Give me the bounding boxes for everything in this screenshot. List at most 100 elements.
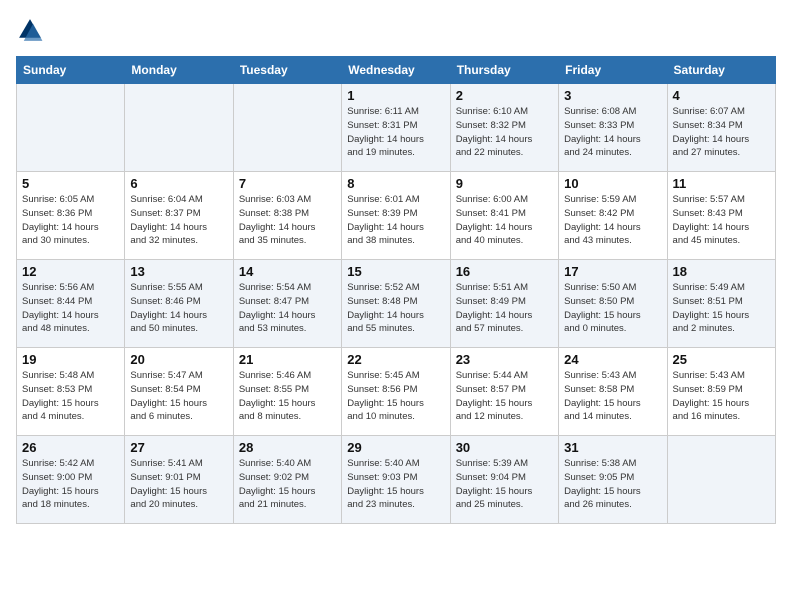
- day-number: 9: [456, 176, 553, 191]
- calendar-table: SundayMondayTuesdayWednesdayThursdayFrid…: [16, 56, 776, 524]
- calendar-cell: 29Sunrise: 5:40 AM Sunset: 9:03 PM Dayli…: [342, 436, 450, 524]
- day-info: Sunrise: 6:07 AM Sunset: 8:34 PM Dayligh…: [673, 105, 770, 160]
- day-number: 13: [130, 264, 227, 279]
- calendar-cell: 20 Sunrise: 5:47 AM Sunset: 8:54 PM Dayli…: [125, 348, 233, 436]
- day-number: 7: [239, 176, 336, 191]
- day-info: Sunrise: 5:54 AM Sunset: 8:47 PM Dayligh…: [239, 281, 336, 336]
- day-number: 11: [673, 176, 770, 191]
- calendar-cell: 3 Sunrise: 6:08 AM Sunset: 8:33 PM Daylig…: [559, 84, 667, 172]
- calendar-cell: 6 Sunrise: 6:04 AM Sunset: 8:37 PM Daylig…: [125, 172, 233, 260]
- day-info: Sunrise: 5:47 AM Sunset: 8:54 PM Dayligh…: [130, 369, 227, 424]
- day-number: 6: [130, 176, 227, 191]
- day-number: 15: [347, 264, 444, 279]
- calendar-cell: 18 Sunrise: 5:49 AM Sunset: 8:51 PM Dayli…: [667, 260, 775, 348]
- day-info: Sunrise: 5:59 AM Sunset: 8:42 PM Dayligh…: [564, 193, 661, 248]
- calendar-cell: 2 Sunrise: 6:10 AM Sunset: 8:32 PM Daylig…: [450, 84, 558, 172]
- week-row-5: 26 Sunrise: 5:42 AM Sunset: 9:00 PM Dayli…: [17, 436, 776, 524]
- day-info: Sunrise: 5:52 AM Sunset: 8:48 PM Dayligh…: [347, 281, 444, 336]
- day-number: 26: [22, 440, 119, 455]
- day-header-tuesday: Tuesday: [233, 57, 341, 84]
- calendar-cell: 21 Sunrise: 5:46 AM Sunset: 8:55 PM Dayli…: [233, 348, 341, 436]
- calendar-cell: 9 Sunrise: 6:00 AM Sunset: 8:41 PM Daylig…: [450, 172, 558, 260]
- calendar-cell: 17Sunrise: 5:50 AM Sunset: 8:50 PM Dayli…: [559, 260, 667, 348]
- day-number: 4: [673, 88, 770, 103]
- day-number: 25: [673, 352, 770, 367]
- day-info: Sunrise: 6:04 AM Sunset: 8:37 PM Dayligh…: [130, 193, 227, 248]
- logo-icon: [16, 16, 44, 44]
- day-number: 23: [456, 352, 553, 367]
- day-number: 31: [564, 440, 661, 455]
- day-info: Sunrise: 6:01 AM Sunset: 8:39 PM Dayligh…: [347, 193, 444, 248]
- day-info: Sunrise: 6:08 AM Sunset: 8:33 PM Dayligh…: [564, 105, 661, 160]
- day-info: Sunrise: 5:46 AM Sunset: 8:55 PM Dayligh…: [239, 369, 336, 424]
- day-info: Sunrise: 6:03 AM Sunset: 8:38 PM Dayligh…: [239, 193, 336, 248]
- calendar-cell: 1Sunrise: 6:11 AM Sunset: 8:31 PM Daylig…: [342, 84, 450, 172]
- day-info: Sunrise: 5:55 AM Sunset: 8:46 PM Dayligh…: [130, 281, 227, 336]
- day-number: 14: [239, 264, 336, 279]
- day-info: Sunrise: 5:48 AM Sunset: 8:53 PM Dayligh…: [22, 369, 119, 424]
- day-header-friday: Friday: [559, 57, 667, 84]
- day-number: 30: [456, 440, 553, 455]
- calendar-cell: 19Sunrise: 5:48 AM Sunset: 8:53 PM Dayli…: [17, 348, 125, 436]
- day-number: 22: [347, 352, 444, 367]
- day-number: 18: [673, 264, 770, 279]
- week-row-3: 12Sunrise: 5:56 AM Sunset: 8:44 PM Dayli…: [17, 260, 776, 348]
- day-info: Sunrise: 5:40 AM Sunset: 9:03 PM Dayligh…: [347, 457, 444, 512]
- calendar-cell: [125, 84, 233, 172]
- calendar-cell: 10 Sunrise: 5:59 AM Sunset: 8:42 PM Dayli…: [559, 172, 667, 260]
- day-header-thursday: Thursday: [450, 57, 558, 84]
- calendar-cell: 28Sunrise: 5:40 AM Sunset: 9:02 PM Dayli…: [233, 436, 341, 524]
- day-number: 17: [564, 264, 661, 279]
- calendar-cell: 16Sunrise: 5:51 AM Sunset: 8:49 PM Dayli…: [450, 260, 558, 348]
- day-info: Sunrise: 5:49 AM Sunset: 8:51 PM Dayligh…: [673, 281, 770, 336]
- day-number: 21: [239, 352, 336, 367]
- header: [16, 16, 776, 44]
- calendar-cell: 5 Sunrise: 6:05 AM Sunset: 8:36 PM Daylig…: [17, 172, 125, 260]
- day-info: Sunrise: 6:00 AM Sunset: 8:41 PM Dayligh…: [456, 193, 553, 248]
- day-info: Sunrise: 5:42 AM Sunset: 9:00 PM Dayligh…: [22, 457, 119, 512]
- day-info: Sunrise: 5:57 AM Sunset: 8:43 PM Dayligh…: [673, 193, 770, 248]
- day-number: 5: [22, 176, 119, 191]
- calendar-cell: [233, 84, 341, 172]
- day-info: Sunrise: 5:43 AM Sunset: 8:59 PM Dayligh…: [673, 369, 770, 424]
- page: SundayMondayTuesdayWednesdayThursdayFrid…: [0, 0, 792, 540]
- calendar-cell: 11 Sunrise: 5:57 AM Sunset: 8:43 PM Dayli…: [667, 172, 775, 260]
- day-header-monday: Monday: [125, 57, 233, 84]
- day-number: 27: [130, 440, 227, 455]
- day-info: Sunrise: 6:10 AM Sunset: 8:32 PM Dayligh…: [456, 105, 553, 160]
- day-number: 16: [456, 264, 553, 279]
- day-info: Sunrise: 5:44 AM Sunset: 8:57 PM Dayligh…: [456, 369, 553, 424]
- day-number: 8: [347, 176, 444, 191]
- calendar-cell: 22 Sunrise: 5:45 AM Sunset: 8:56 PM Dayli…: [342, 348, 450, 436]
- day-number: 28: [239, 440, 336, 455]
- day-number: 12: [22, 264, 119, 279]
- calendar-cell: 30 Sunrise: 5:39 AM Sunset: 9:04 PM Dayli…: [450, 436, 558, 524]
- calendar-cell: 12Sunrise: 5:56 AM Sunset: 8:44 PM Dayli…: [17, 260, 125, 348]
- calendar-cell: [17, 84, 125, 172]
- day-info: Sunrise: 5:38 AM Sunset: 9:05 PM Dayligh…: [564, 457, 661, 512]
- day-number: 3: [564, 88, 661, 103]
- calendar-cell: 13 Sunrise: 5:55 AM Sunset: 8:46 PM Dayli…: [125, 260, 233, 348]
- day-info: Sunrise: 6:05 AM Sunset: 8:36 PM Dayligh…: [22, 193, 119, 248]
- calendar-cell: [667, 436, 775, 524]
- calendar-cell: 26 Sunrise: 5:42 AM Sunset: 9:00 PM Dayli…: [17, 436, 125, 524]
- calendar-cell: 7 Sunrise: 6:03 AM Sunset: 8:38 PM Daylig…: [233, 172, 341, 260]
- day-info: Sunrise: 5:43 AM Sunset: 8:58 PM Dayligh…: [564, 369, 661, 424]
- calendar-cell: 4 Sunrise: 6:07 AM Sunset: 8:34 PM Daylig…: [667, 84, 775, 172]
- day-header-wednesday: Wednesday: [342, 57, 450, 84]
- day-info: Sunrise: 5:39 AM Sunset: 9:04 PM Dayligh…: [456, 457, 553, 512]
- week-row-2: 5 Sunrise: 6:05 AM Sunset: 8:36 PM Daylig…: [17, 172, 776, 260]
- day-header-sunday: Sunday: [17, 57, 125, 84]
- calendar-cell: 31 Sunrise: 5:38 AM Sunset: 9:05 PM Dayli…: [559, 436, 667, 524]
- calendar-cell: 8 Sunrise: 6:01 AM Sunset: 8:39 PM Daylig…: [342, 172, 450, 260]
- day-number: 2: [456, 88, 553, 103]
- logo: [16, 16, 48, 44]
- day-info: Sunrise: 6:11 AM Sunset: 8:31 PM Dayligh…: [347, 105, 444, 160]
- calendar-cell: 23 Sunrise: 5:44 AM Sunset: 8:57 PM Dayli…: [450, 348, 558, 436]
- day-info: Sunrise: 5:45 AM Sunset: 8:56 PM Dayligh…: [347, 369, 444, 424]
- day-header-saturday: Saturday: [667, 57, 775, 84]
- day-number: 24: [564, 352, 661, 367]
- calendar-cell: 14 Sunrise: 5:54 AM Sunset: 8:47 PM Dayli…: [233, 260, 341, 348]
- day-number: 10: [564, 176, 661, 191]
- day-number: 20: [130, 352, 227, 367]
